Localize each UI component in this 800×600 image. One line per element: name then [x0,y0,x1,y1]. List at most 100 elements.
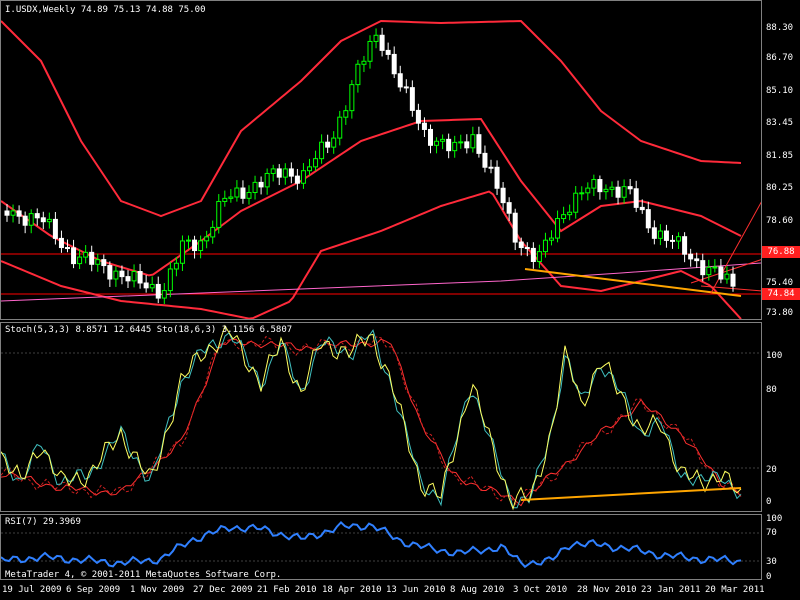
candle-body [682,236,688,255]
candle-body [34,213,40,219]
candle-body [149,283,155,289]
rsi-tick: 30 [766,557,777,567]
time-label: 20 Mar 2011 [705,585,765,595]
time-label: 3 Oct 2010 [513,585,568,595]
candle-body [343,110,349,118]
time-label: 13 Jun 2010 [386,585,446,595]
candle-body [542,239,548,253]
candle-body [246,192,252,199]
candle-body [700,260,706,276]
rsi-line [1,520,742,569]
price-tick: 88.30 [766,23,794,33]
candle-body [488,166,494,169]
candle-body [264,172,270,188]
candle-body [325,141,331,148]
candle-body [83,251,89,258]
candle-body [561,214,567,220]
candle-body [173,262,179,270]
time-label: 1 Nov 2009 [130,585,185,595]
rsi-pane[interactable]: RSI(7) 29.3969 MetaTrader 4, © 2001-2011… [0,514,762,580]
candle-body [530,247,536,262]
stochastic-pane[interactable]: Stoch(5,3,3) 8.8571 12.6445 Sto(18,6,3) … [0,322,762,512]
candle-body [446,138,452,152]
candle-body [379,34,385,51]
candle-body [234,187,240,198]
candle-body [518,241,524,249]
rsi-tick: 70 [766,528,777,538]
candle-body [567,211,573,216]
price-chart-title: I.USDX,Weekly 74.89 75.13 74.88 75.00 [5,5,206,15]
candle-body [627,186,633,190]
candle-body [198,240,204,252]
candle-body [676,236,682,242]
copyright-text: MetaTrader 4, © 2001-2011 MetaQuotes Sof… [5,570,282,580]
candle-body [337,116,343,139]
candle-body [349,84,355,112]
candle-body [694,258,700,262]
candle-body [367,40,373,62]
candle-body [71,247,77,265]
candle-body [307,166,312,172]
diagonal-line [700,285,761,292]
time-label: 19 Jul 2009 [2,585,62,595]
candle-body [476,134,482,154]
price-chart-pane[interactable]: I.USDX,Weekly 74.89 75.13 74.88 75.00 [0,0,762,320]
time-label: 8 Aug 2010 [450,585,505,595]
candle-body [549,237,554,241]
candle-body [663,230,669,241]
candle-body [645,209,651,229]
price-tick: 83.45 [766,118,794,128]
candle-body [252,181,258,194]
rsi-tick: 0 [766,572,772,582]
candle-body [137,271,143,284]
candle-body [222,197,228,202]
candle-body [46,218,52,223]
stoch-tick: 80 [766,385,777,395]
rsi-title: RSI(7) 29.3969 [5,517,81,527]
candle-body [313,158,319,168]
stochastic-title: Stoch(5,3,3) 8.8571 12.6445 Sto(18,6,3) … [5,325,293,335]
candle-body [470,134,476,149]
candle-body [609,186,615,190]
bollinger-lower [1,190,742,319]
time-axis[interactable]: 19 Jul 2009 6 Sep 2009 1 Nov 2009 27 Dec… [0,582,765,600]
candle-body [282,168,288,178]
stoch-tick: 0 [766,497,772,507]
candle-body [107,265,113,280]
candle-body [361,60,367,65]
candle-body [179,240,185,264]
candle-body [591,179,597,189]
price-tick: 80.25 [766,183,794,193]
time-label: 28 Nov 2010 [577,585,637,595]
candle-body [161,290,167,299]
candle-body [155,283,161,299]
price-tick: 73.80 [766,308,794,318]
candle-body [458,141,464,144]
candle-body [125,276,131,282]
price-tag-upper: 76.88 [762,246,800,258]
candle-body [524,247,530,250]
candle-body [434,140,440,146]
candle-body [621,186,627,198]
candle-body [167,268,173,292]
price-tick: 81.85 [766,151,794,161]
time-label: 6 Sep 2009 [66,585,121,595]
candle-body [22,215,28,226]
candle-body [294,175,300,184]
candle-body [40,217,46,223]
candle-body [113,270,119,280]
candle-body [258,181,264,188]
stochastic-canvas [1,324,761,511]
candle-body [119,270,125,278]
stoch-tick: 20 [766,465,777,475]
candle-body [131,271,137,282]
candle-body [10,210,16,216]
candle-body [192,239,198,252]
candle-body [58,237,64,249]
candle-body [391,53,397,75]
candle-body [603,188,609,193]
price-tick: 86.70 [766,53,794,63]
candle-body [670,239,675,242]
bollinger-middle [1,117,742,277]
candle-body [500,187,506,204]
